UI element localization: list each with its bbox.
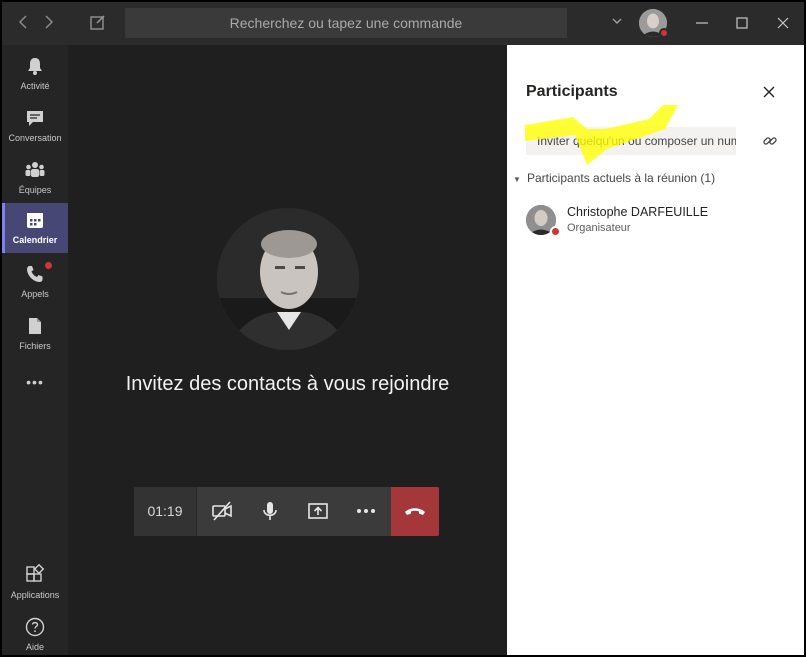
participant-avatar: [217, 208, 359, 350]
share-screen-icon: [308, 503, 328, 519]
call-timer: 01:19: [134, 487, 197, 536]
rail-item-conversation[interactable]: Conversation: [2, 101, 68, 151]
participant-row[interactable]: Christophe DARFEUILLE Organisateur: [526, 203, 796, 239]
share-screen-button[interactable]: [294, 487, 342, 536]
app-rail: Activité Conversation Équipes Calendrier…: [2, 45, 68, 655]
camera-off-icon: [212, 501, 232, 521]
calendar-icon: [27, 213, 43, 228]
bell-icon: [28, 58, 42, 75]
close-icon[interactable]: [761, 84, 777, 100]
phone-icon: [27, 266, 43, 282]
teams-window: Recherchez ou tapez une commande Activit…: [2, 2, 804, 655]
close-window-icon[interactable]: [773, 13, 793, 33]
chevron-down-icon[interactable]: [610, 14, 624, 28]
section-label: Participants actuels à la réunion (1): [527, 171, 716, 185]
more-options-button[interactable]: [342, 487, 390, 536]
status-busy-icon: [550, 226, 561, 237]
status-busy-icon: [659, 28, 669, 38]
title-bar: Recherchez ou tapez une commande: [2, 2, 804, 45]
rail-label: Aide: [25, 642, 44, 652]
rail-label: Équipes: [18, 185, 52, 195]
teams-icon: [25, 162, 45, 177]
rail-label: Conversation: [8, 133, 62, 143]
maximize-icon[interactable]: [732, 13, 752, 33]
help-icon: [25, 617, 45, 637]
minimize-icon[interactable]: [692, 13, 712, 33]
hang-up-icon: [405, 508, 425, 515]
invite-message: Invitez des contacts à vous rejoindre: [125, 373, 450, 395]
rail-label: Calendrier: [12, 235, 58, 245]
call-stage: Invitez des contacts à vous rejoindre 01…: [68, 45, 507, 655]
current-participants-section[interactable]: ▼ Participants actuels à la réunion (1): [513, 171, 715, 185]
participant-name: Christophe DARFEUILLE: [567, 205, 709, 219]
notification-badge: [45, 262, 52, 269]
apps-icon: [26, 564, 45, 582]
microphone-icon: [263, 502, 277, 520]
highlighter-annotation: [525, 105, 678, 165]
hang-up-button[interactable]: [391, 487, 439, 536]
rail-item-calls[interactable]: Appels: [2, 257, 68, 307]
camera-toggle-button[interactable]: [198, 487, 246, 536]
compose-icon[interactable]: [88, 12, 108, 32]
chat-icon: [27, 111, 43, 126]
rail-item-activity[interactable]: Activité: [2, 49, 68, 99]
rail-item-calendar[interactable]: Calendrier: [2, 203, 68, 253]
participants-panel: Participants ▼ Participants actuels à la …: [507, 45, 804, 655]
search-input[interactable]: Recherchez ou tapez une commande: [125, 8, 567, 38]
rail-label: Fichiers: [19, 341, 51, 351]
rail-item-files[interactable]: Fichiers: [2, 309, 68, 359]
rail-item-teams[interactable]: Équipes: [2, 153, 68, 203]
rail-item-help[interactable]: Aide: [2, 610, 68, 655]
more-icon: [357, 509, 375, 513]
chevron-left-icon[interactable]: [14, 12, 34, 32]
rail-label: Activité: [20, 81, 50, 91]
rail-label: Appels: [21, 289, 49, 299]
microphone-button[interactable]: [246, 487, 294, 536]
file-icon: [29, 318, 41, 334]
link-icon[interactable]: [762, 133, 778, 149]
rail-label: Applications: [10, 590, 60, 600]
panel-title: Participants: [526, 83, 618, 100]
participant-role: Organisateur: [567, 222, 631, 234]
call-controls: 01:19: [134, 487, 439, 536]
rail-item-applications[interactable]: Applications: [2, 558, 68, 608]
caret-down-icon: ▼: [513, 175, 521, 184]
more-apps-button[interactable]: •••: [2, 369, 68, 397]
chevron-right-icon[interactable]: [38, 12, 58, 32]
